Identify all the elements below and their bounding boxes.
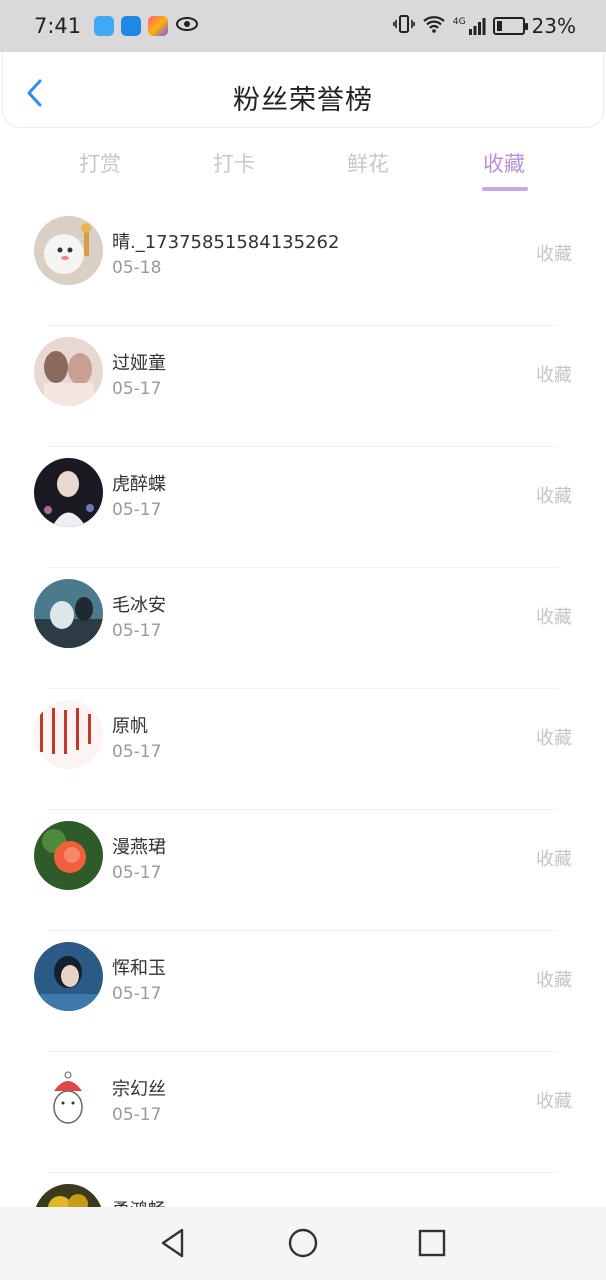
list-item[interactable]: 原帆 05-17 收藏 xyxy=(0,688,606,809)
battery-icon xyxy=(492,17,528,35)
fan-name: 原帆 xyxy=(112,716,148,737)
wifi-icon xyxy=(422,14,446,38)
fan-name: 漫燕珺 xyxy=(112,837,166,858)
battery-percent: 23% xyxy=(531,14,576,38)
list-item[interactable]: 晴._17375851584135262 05-18 收藏 xyxy=(0,204,606,325)
fan-list: 晴._17375851584135262 05-18 收藏 过娅童 05-17 … xyxy=(0,204,606,1280)
status-bar: 7:41 4G 23% xyxy=(0,0,606,52)
app-header: 粉丝荣誉榜 xyxy=(2,52,604,128)
divider xyxy=(48,567,558,568)
system-nav-bar xyxy=(0,1207,606,1280)
avatar xyxy=(34,1063,103,1132)
home-circle-icon[interactable] xyxy=(287,1227,319,1259)
list-item[interactable]: 漫燕珺 05-17 收藏 xyxy=(0,809,606,930)
fan-name: 宗幻丝 xyxy=(112,1079,166,1100)
fan-name: 过娅童 xyxy=(112,353,166,374)
app-icon-cloud xyxy=(121,16,142,36)
avatar xyxy=(34,821,103,890)
list-item[interactable]: 恽和玉 05-17 收藏 xyxy=(0,930,606,1051)
list-item[interactable]: 宗幻丝 05-17 收藏 xyxy=(0,1051,606,1172)
tab-reward[interactable]: 打赏 xyxy=(79,148,121,178)
fan-date: 05-17 xyxy=(112,984,162,1004)
tab-favorites[interactable]: 收藏 xyxy=(483,148,525,178)
fan-date: 05-17 xyxy=(112,379,162,399)
avatar xyxy=(34,579,103,648)
app-icon-blue xyxy=(94,16,115,36)
favorite-label: 收藏 xyxy=(536,244,572,265)
divider xyxy=(48,446,558,447)
favorite-label: 收藏 xyxy=(536,1091,572,1112)
fan-name: 晴._17375851584135262 xyxy=(112,232,340,253)
fan-honor-page: 7:41 4G 23% 粉丝荣誉榜 打赏 打卡 鲜花 收藏 晴._1737585… xyxy=(0,0,606,1280)
signal-icon: 4G xyxy=(453,17,486,35)
eye-icon xyxy=(175,16,199,36)
network-type-label: 4G xyxy=(452,17,466,27)
tab-checkin[interactable]: 打卡 xyxy=(213,148,255,178)
favorite-label: 收藏 xyxy=(536,607,572,628)
fan-date: 05-17 xyxy=(112,500,162,520)
app-icon-colorful xyxy=(148,16,169,36)
fan-date: 05-17 xyxy=(112,863,162,883)
fan-date: 05-17 xyxy=(112,1105,162,1125)
divider xyxy=(48,325,558,326)
favorite-label: 收藏 xyxy=(536,365,572,386)
recents-square-icon[interactable] xyxy=(416,1227,448,1259)
list-item[interactable]: 虎醉蝶 05-17 收藏 xyxy=(0,446,606,567)
divider xyxy=(48,1051,558,1052)
fan-date: 05-18 xyxy=(112,258,162,278)
divider xyxy=(48,688,558,689)
avatar xyxy=(34,700,103,769)
fan-name: 毛冰安 xyxy=(112,595,166,616)
back-triangle-icon[interactable] xyxy=(157,1227,189,1259)
fan-date: 05-17 xyxy=(112,621,162,641)
status-bar-right: 4G 23% xyxy=(393,14,576,38)
page-title: 粉丝荣誉榜 xyxy=(233,85,373,116)
list-item[interactable]: 过娅童 05-17 收藏 xyxy=(0,325,606,446)
divider xyxy=(48,1172,558,1173)
tab-bar: 打赏 打卡 鲜花 收藏 xyxy=(0,140,606,200)
favorite-label: 收藏 xyxy=(536,486,572,507)
favorite-label: 收藏 xyxy=(536,849,572,870)
divider xyxy=(48,930,558,931)
divider xyxy=(48,809,558,810)
battery-fill xyxy=(496,21,503,31)
list-item[interactable]: 毛冰安 05-17 收藏 xyxy=(0,567,606,688)
favorite-label: 收藏 xyxy=(536,970,572,991)
status-bar-left: 7:41 xyxy=(34,14,199,38)
vibrate-icon xyxy=(393,14,415,38)
favorite-label: 收藏 xyxy=(536,728,572,749)
fan-date: 05-17 xyxy=(112,742,162,762)
fan-name: 虎醉蝶 xyxy=(112,474,166,495)
active-tab-indicator xyxy=(482,187,528,191)
tab-flowers[interactable]: 鲜花 xyxy=(347,148,389,178)
status-time: 7:41 xyxy=(34,14,82,38)
avatar xyxy=(34,942,103,1011)
avatar xyxy=(34,337,103,406)
avatar xyxy=(34,216,103,285)
avatar xyxy=(34,458,103,527)
fan-name: 恽和玉 xyxy=(112,958,166,979)
